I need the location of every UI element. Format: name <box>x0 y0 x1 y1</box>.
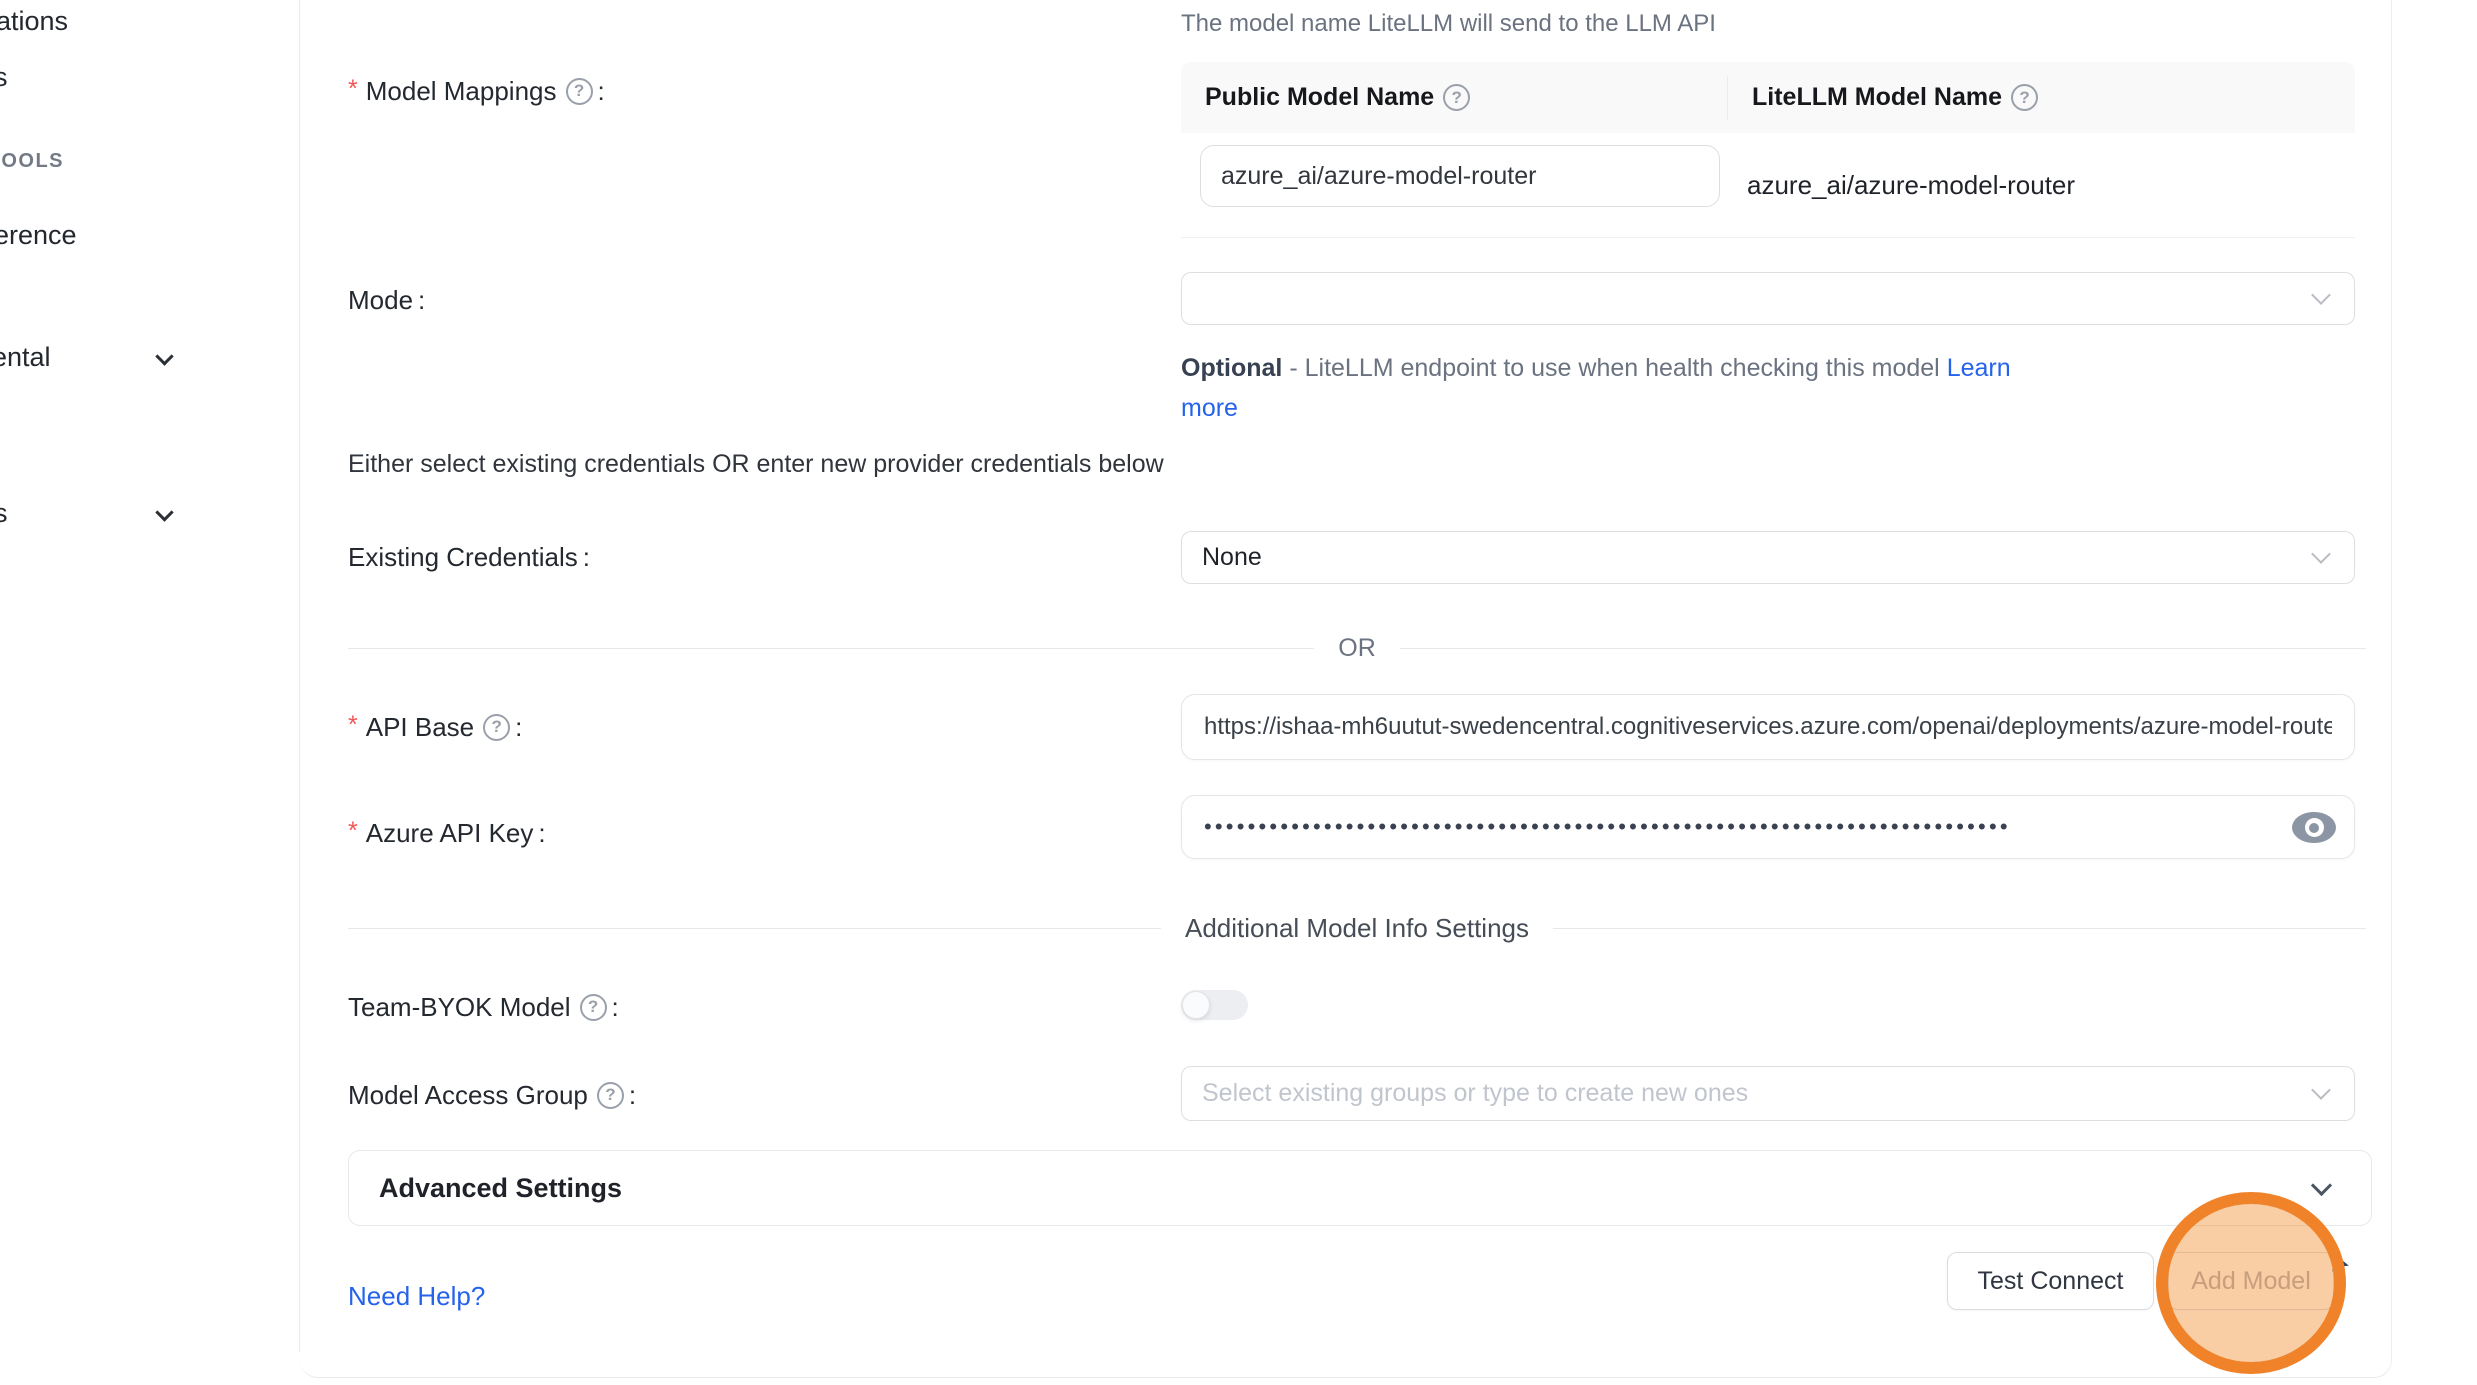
show-password-eye-icon[interactable] <box>2292 812 2336 843</box>
column-header-litellm-model-name: LiteLLM Model Name ? <box>1727 76 2355 120</box>
test-connect-button[interactable]: Test Connect <box>1947 1252 2154 1310</box>
sidebar-item-clipped-2[interactable]: s <box>0 62 8 93</box>
need-help-link[interactable]: Need Help? <box>348 1281 485 1312</box>
help-icon[interactable]: ? <box>483 714 510 741</box>
add-model-page: ations s TOOLS erence ental s The model … <box>0 0 2477 1385</box>
chevron-down-icon[interactable] <box>155 347 173 365</box>
label-colon: : <box>515 712 522 743</box>
azure-api-key-label-text: Azure API Key <box>366 818 534 849</box>
advanced-settings-header[interactable]: Advanced Settings <box>348 1150 2372 1226</box>
public-model-name-input[interactable] <box>1200 145 1720 207</box>
add-model-button[interactable]: Add Model <box>2168 1252 2334 1310</box>
advanced-settings-title: Advanced Settings <box>379 1173 622 1204</box>
api-base-label: * API Base ? : <box>348 712 522 742</box>
divider-line <box>1400 648 2366 649</box>
mode-hint-bold: Optional <box>1181 354 1282 382</box>
azure-api-key-input[interactable]: ••••••••••••••••••••••••••••••••••••••••… <box>1181 795 2355 859</box>
sidebar: ations s TOOLS erence ental s <box>0 0 300 1352</box>
label-colon: : <box>538 818 545 849</box>
column-header-text: LiteLLM Model Name <box>1752 83 2002 112</box>
label-colon: : <box>583 542 590 573</box>
help-icon[interactable]: ? <box>2011 84 2038 111</box>
sidebar-item-clipped-3[interactable]: erence <box>0 220 77 251</box>
table-row: azure_ai/azure-model-router <box>1181 133 2355 237</box>
mode-select[interactable] <box>1181 272 2355 325</box>
add-model-form-card: The model name LiteLLM will send to the … <box>300 0 2392 1378</box>
sidebar-item-clipped-5[interactable]: s <box>0 498 8 529</box>
mode-hint-text: - LiteLLM endpoint to use when health ch… <box>1282 354 1946 382</box>
table-header-row: Public Model Name ? LiteLLM Model Name ? <box>1181 62 2355 133</box>
help-icon[interactable]: ? <box>566 78 593 105</box>
api-base-label-text: API Base <box>366 712 474 743</box>
chevron-down-icon[interactable] <box>155 503 173 521</box>
additional-settings-divider: Additional Model Info Settings <box>348 914 2366 942</box>
help-icon[interactable]: ? <box>580 994 607 1021</box>
api-base-input[interactable] <box>1181 694 2355 760</box>
azure-api-key-label: * Azure API Key : <box>348 818 546 848</box>
chevron-down-icon <box>2311 285 2331 305</box>
team-byok-toggle[interactable] <box>1181 990 1248 1020</box>
help-icon[interactable]: ? <box>1443 84 1470 111</box>
sidebar-section-tools: TOOLS <box>0 150 64 173</box>
or-divider: OR <box>348 634 2366 662</box>
existing-credentials-label: Existing Credentials : <box>348 542 590 572</box>
mode-hint: Optional - LiteLLM endpoint to use when … <box>1181 348 2041 428</box>
label-colon: : <box>418 285 425 316</box>
help-icon[interactable]: ? <box>597 1082 624 1109</box>
sidebar-item-clipped-4[interactable]: ental <box>0 342 51 373</box>
sidebar-item-clipped-1[interactable]: ations <box>0 6 68 37</box>
model-access-group-select[interactable]: Select existing groups or type to create… <box>1181 1066 2355 1121</box>
team-byok-label-text: Team-BYOK Model <box>348 992 571 1023</box>
existing-credentials-value: None <box>1182 543 1262 572</box>
litellm-model-name-value: azure_ai/azure-model-router <box>1747 170 2075 201</box>
model-mappings-table: Public Model Name ? LiteLLM Model Name ?… <box>1181 62 2355 238</box>
required-asterisk: * <box>348 711 358 740</box>
mode-label-text: Mode <box>348 285 413 316</box>
column-header-text: Public Model Name <box>1205 83 1434 112</box>
chevron-down-icon <box>2311 544 2331 564</box>
masked-api-key-value: ••••••••••••••••••••••••••••••••••••••••… <box>1204 796 2264 858</box>
team-byok-label: Team-BYOK Model ? : <box>348 992 619 1022</box>
label-colon: : <box>629 1080 636 1111</box>
mode-label: Mode : <box>348 285 425 315</box>
model-access-group-label-text: Model Access Group <box>348 1080 588 1111</box>
credentials-note: Either select existing credentials OR en… <box>348 450 1164 479</box>
divider-line <box>348 928 1161 929</box>
model-access-group-placeholder: Select existing groups or type to create… <box>1182 1079 1748 1108</box>
required-asterisk: * <box>348 75 358 104</box>
existing-credentials-select[interactable]: None <box>1181 531 2355 584</box>
divider-line <box>1553 928 2366 929</box>
chevron-down-icon <box>2311 1080 2331 1100</box>
model-access-group-label: Model Access Group ? : <box>348 1080 636 1110</box>
existing-credentials-label-text: Existing Credentials <box>348 542 578 573</box>
mouse-cursor <box>2330 1250 2354 1283</box>
model-name-hint: The model name LiteLLM will send to the … <box>1181 10 1716 38</box>
toggle-knob <box>1182 991 1210 1019</box>
model-mappings-label-text: Model Mappings <box>366 76 557 107</box>
label-colon: : <box>612 992 619 1023</box>
or-divider-text: OR <box>1314 634 1400 663</box>
model-mappings-label: * Model Mappings ? : <box>348 76 605 106</box>
label-colon: : <box>598 76 605 107</box>
eye-pupil <box>2305 818 2324 837</box>
additional-settings-divider-text: Additional Model Info Settings <box>1161 913 1553 944</box>
required-asterisk: * <box>348 817 358 846</box>
divider-line <box>348 648 1314 649</box>
column-header-public-model-name: Public Model Name ? <box>1181 83 1727 112</box>
chevron-down-icon <box>2311 1174 2332 1195</box>
